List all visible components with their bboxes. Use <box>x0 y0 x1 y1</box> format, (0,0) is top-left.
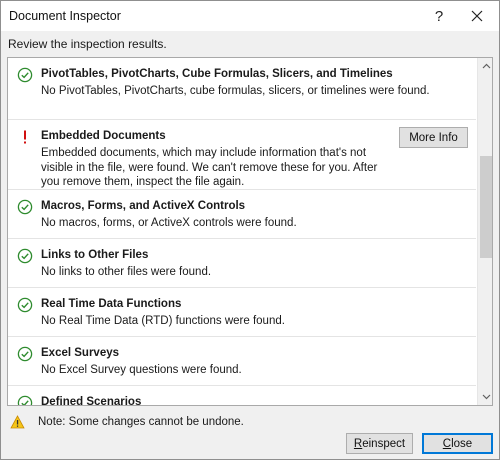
check-circle-icon <box>17 67 33 83</box>
result-description: No Excel Survey questions were found. <box>41 364 242 376</box>
result-description: No macros, forms, or ActiveX controls we… <box>41 217 297 229</box>
scroll-up-button[interactable] <box>478 58 492 74</box>
result-title: PivotTables, PivotCharts, Cube Formulas,… <box>41 68 393 80</box>
close-mnemonic: C <box>442 437 452 450</box>
result-title: Embedded Documents <box>41 130 166 142</box>
results-panel: PivotTables, PivotCharts, Cube Formulas,… <box>7 57 493 406</box>
scrollbar-thumb[interactable] <box>480 156 492 258</box>
close-icon <box>471 10 483 22</box>
result-item-rtd: Real Time Data Functions No Real Time Da… <box>8 288 476 337</box>
result-item-links: Links to Other Files No links to other f… <box>8 239 476 288</box>
warning-triangle-icon <box>10 415 25 429</box>
check-circle-icon <box>17 199 33 215</box>
title-bar: Document Inspector ? <box>1 1 499 31</box>
reinspect-label: einspect <box>362 437 406 450</box>
close-label: lose <box>451 437 473 450</box>
result-item-pivottables: PivotTables, PivotCharts, Cube Formulas,… <box>8 58 476 120</box>
check-circle-icon <box>17 395 33 405</box>
document-inspector-dialog: Document Inspector ? Review the inspecti… <box>0 0 500 460</box>
exclamation-icon <box>24 130 26 144</box>
close-button[interactable]: Close <box>422 433 493 454</box>
result-item-excel-surveys: Excel Surveys No Excel Survey questions … <box>8 337 476 386</box>
vertical-scrollbar[interactable] <box>477 58 492 405</box>
more-info-button[interactable]: More Info <box>399 127 468 148</box>
help-button[interactable]: ? <box>421 1 457 31</box>
result-title: Defined Scenarios <box>41 396 142 405</box>
result-title: Excel Surveys <box>41 347 120 359</box>
results-list: PivotTables, PivotCharts, Cube Formulas,… <box>8 58 476 405</box>
result-description: Embedded documents, which may include in… <box>41 147 378 188</box>
result-title: Macros, Forms, and ActiveX Controls <box>41 200 246 212</box>
check-circle-icon <box>17 248 33 264</box>
result-title: Links to Other Files <box>41 249 149 261</box>
result-description: No Real Time Data (RTD) functions were f… <box>41 315 285 327</box>
result-description: No PivotTables, PivotCharts, cube formul… <box>41 85 430 97</box>
chevron-down-icon <box>482 394 490 400</box>
dialog-title: Document Inspector <box>9 9 121 23</box>
scroll-down-button[interactable] <box>478 389 492 405</box>
reinspect-mnemonic: R <box>353 437 363 450</box>
help-icon: ? <box>434 7 444 25</box>
reinspect-button[interactable]: Reinspect <box>346 433 413 454</box>
result-title: Real Time Data Functions <box>41 298 182 310</box>
check-circle-icon <box>17 297 33 313</box>
chevron-up-icon <box>482 63 490 69</box>
close-window-button[interactable] <box>459 1 495 31</box>
footer-note: Note: Some changes cannot be undone. <box>10 414 244 430</box>
result-item-defined-scenarios: Defined Scenarios <box>8 386 476 405</box>
check-circle-icon <box>17 346 33 362</box>
result-item-macros: Macros, Forms, and ActiveX Controls No m… <box>8 190 476 239</box>
instructions-text: Review the inspection results. <box>8 37 167 51</box>
footer-note-text: Note: Some changes cannot be undone. <box>38 416 244 428</box>
result-description: No links to other files were found. <box>41 266 212 278</box>
